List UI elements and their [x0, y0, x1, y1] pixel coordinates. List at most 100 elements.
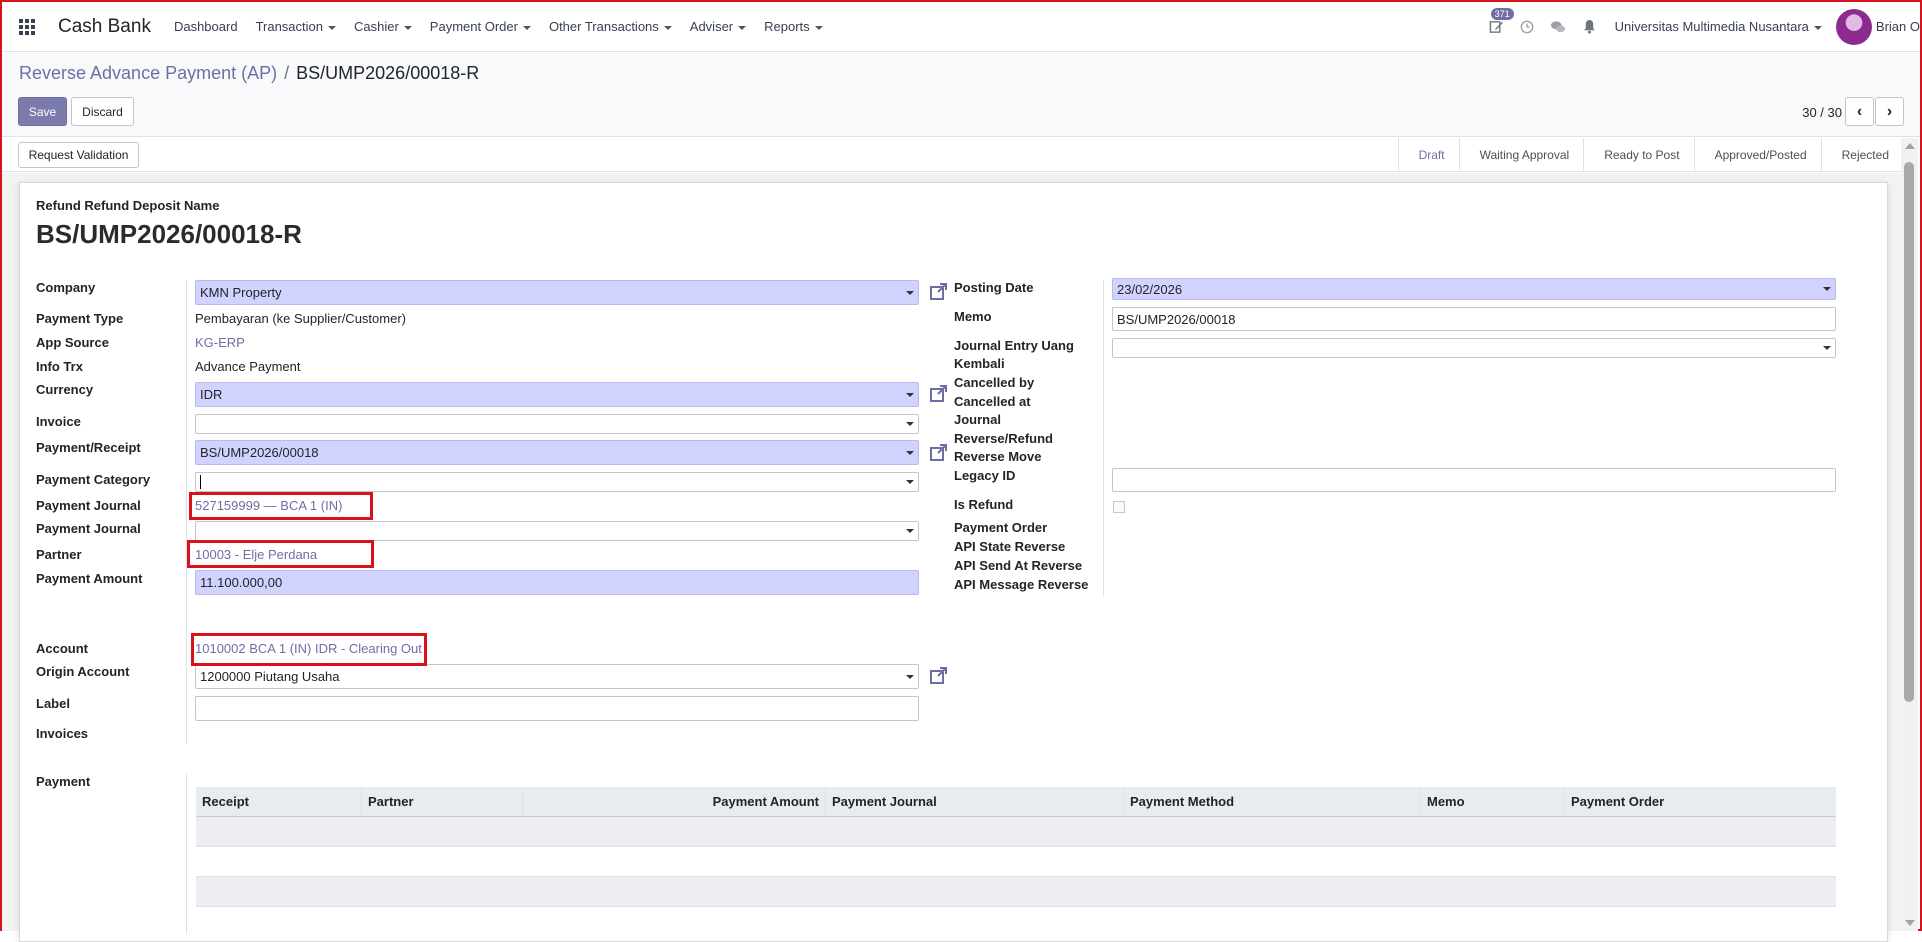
bell-icon[interactable]: [1574, 2, 1605, 52]
menu-transaction[interactable]: Transaction: [247, 19, 345, 34]
status-step-rejected[interactable]: Rejected: [1820, 138, 1903, 171]
external-link-icon[interactable]: [929, 281, 949, 301]
column-header-payment-method[interactable]: Payment Method: [1123, 787, 1420, 816]
status-step-waiting-approval[interactable]: Waiting Approval: [1458, 138, 1584, 171]
legacy-id-input[interactable]: [1112, 468, 1836, 492]
payment-journal-label: Payment Journal: [36, 498, 141, 513]
origin-account-label: Origin Account: [36, 664, 130, 679]
chevron-left-icon: ‹: [1856, 102, 1863, 120]
user-name[interactable]: Brian O: [1876, 19, 1920, 34]
external-link-icon[interactable]: [929, 442, 949, 462]
dropdown-arrow-icon: [906, 392, 914, 397]
menu-adviser[interactable]: Adviser: [681, 19, 755, 34]
activity-count-badge: 371: [1490, 7, 1514, 20]
label-input[interactable]: [195, 696, 919, 721]
text-cursor: [200, 475, 201, 489]
apps-menu-icon[interactable]: [2, 2, 52, 52]
status-step-ready-to-post[interactable]: Ready to Post: [1583, 138, 1693, 171]
menu-other-transactions[interactable]: Other Transactions: [540, 19, 681, 34]
payment-category-select[interactable]: [195, 472, 919, 492]
clock-icon[interactable]: [1512, 2, 1543, 52]
pager-next-button[interactable]: ›: [1875, 97, 1904, 126]
payment-type-value: Pembayaran (ke Supplier/Customer): [195, 311, 406, 326]
top-navbar: Cash Bank Dashboard Transaction Cashier …: [2, 2, 1920, 52]
vertical-scrollbar[interactable]: [1901, 138, 1918, 931]
payment-journal-link[interactable]: 527159999 — BCA 1 (IN): [195, 497, 342, 515]
chat-icon[interactable]: [1543, 2, 1574, 52]
activity-edit-icon[interactable]: 371: [1481, 2, 1514, 52]
currency-select[interactable]: IDR: [195, 382, 919, 407]
save-button[interactable]: Save: [18, 97, 67, 126]
is-refund-label: Is Refund: [954, 497, 1014, 512]
payment-category-label: Payment Category: [36, 472, 151, 487]
journal-entry-uang-kembali-select[interactable]: [1112, 338, 1836, 358]
company-select[interactable]: KMN Property: [195, 280, 919, 305]
caret-down-icon: [814, 25, 823, 30]
api-state-reverse-label: API State Reverse: [954, 539, 1066, 554]
menu-payment-order[interactable]: Payment Order: [421, 19, 540, 34]
pager-value[interactable]: 30 / 30: [1802, 105, 1842, 120]
pager-previous-button[interactable]: ‹: [1845, 97, 1874, 126]
discard-button[interactable]: Discard: [71, 97, 134, 126]
account-link[interactable]: 1010002 BCA 1 (IN) IDR - Clearing Out: [195, 640, 422, 658]
payment-order-label: Payment Order: [954, 520, 1048, 535]
payment-table-header: Receipt Partner Payment Amount Payment J…: [196, 787, 1836, 817]
payment-journal-2-select[interactable]: [195, 521, 919, 541]
posting-date-input[interactable]: 23/02/2026: [1112, 278, 1836, 300]
column-header-payment-journal[interactable]: Payment Journal: [825, 787, 1123, 816]
external-link-icon[interactable]: [929, 383, 949, 403]
menu-cashier[interactable]: Cashier: [345, 19, 421, 34]
invoices-label: Invoices: [36, 726, 89, 741]
menu-reports[interactable]: Reports: [755, 19, 832, 34]
main-menu: Dashboard Transaction Cashier Payment Or…: [165, 19, 832, 34]
table-row: [196, 877, 1836, 907]
app-name[interactable]: Cash Bank: [58, 16, 151, 38]
column-header-receipt[interactable]: Receipt: [196, 787, 361, 816]
reverse-move-label: Reverse Move: [954, 449, 1042, 464]
dropdown-arrow-icon: [1823, 346, 1831, 350]
memo-label: Memo: [954, 309, 992, 324]
app-source-label: App Source: [36, 335, 109, 350]
posting-date-label: Posting Date: [954, 280, 1034, 295]
scroll-down-arrow-icon[interactable]: [1905, 920, 1915, 926]
api-message-reverse-label: API Message Reverse: [954, 577, 1089, 592]
status-step-approved-posted[interactable]: Approved/Posted: [1693, 138, 1821, 171]
invoice-label: Invoice: [36, 414, 81, 429]
column-header-payment-order[interactable]: Payment Order: [1564, 787, 1836, 816]
column-header-payment-amount[interactable]: Payment Amount: [522, 787, 825, 816]
company-switcher[interactable]: Universitas Multimedia Nusantara: [1615, 19, 1822, 34]
payment-type-label: Payment Type: [36, 311, 124, 326]
payment-receipt-select[interactable]: BS/UMP2026/00018: [195, 440, 919, 465]
scrollbar-thumb[interactable]: [1904, 162, 1914, 702]
is-refund-checkbox[interactable]: [1113, 501, 1125, 513]
label-label: Label: [36, 696, 70, 711]
dropdown-arrow-icon: [906, 480, 914, 484]
invoice-select[interactable]: [195, 414, 919, 434]
column-header-memo[interactable]: Memo: [1420, 787, 1564, 816]
origin-account-select[interactable]: 1200000 Piutang Usaha: [195, 664, 919, 689]
payment-amount-input[interactable]: 11.100.000,00: [195, 570, 919, 595]
request-validation-button[interactable]: Request Validation: [18, 142, 139, 168]
app-source-link[interactable]: KG-ERP: [195, 334, 245, 352]
scroll-up-arrow-icon[interactable]: [1905, 143, 1915, 149]
partner-link[interactable]: 10003 - Elje Perdana: [195, 546, 317, 564]
external-link-icon[interactable]: [929, 665, 949, 685]
column-header-partner[interactable]: Partner: [361, 787, 522, 816]
info-trx-label: Info Trx: [36, 359, 83, 374]
menu-dashboard[interactable]: Dashboard: [165, 19, 247, 34]
memo-input[interactable]: BS/UMP2026/00018: [1112, 307, 1836, 331]
status-step-draft[interactable]: Draft: [1397, 138, 1459, 171]
api-send-at-reverse-label: API Send At Reverse: [954, 558, 1083, 573]
control-panel: Reverse Advance Payment (AP) / BS/UMP2026/…: [2, 53, 1920, 137]
refund-deposit-name-label: Refund Refund Deposit Name: [36, 198, 220, 213]
breadcrumb-parent-link[interactable]: Reverse Advance Payment (AP): [19, 63, 277, 83]
company-label: Company: [36, 280, 96, 295]
info-trx-value: Advance Payment: [195, 359, 301, 374]
statusbar: Request Validation Draft Waiting Approva…: [2, 138, 1903, 172]
cancelled-at-label: Cancelled at: [954, 394, 1031, 409]
systray: 371 Universitas Multimedia Nusantara Bri…: [1481, 2, 1920, 52]
caret-down-icon: [522, 25, 531, 30]
table-row: [196, 817, 1836, 847]
breadcrumb-current: BS/UMP2026/00018-R: [296, 63, 480, 83]
user-avatar[interactable]: [1835, 8, 1872, 45]
